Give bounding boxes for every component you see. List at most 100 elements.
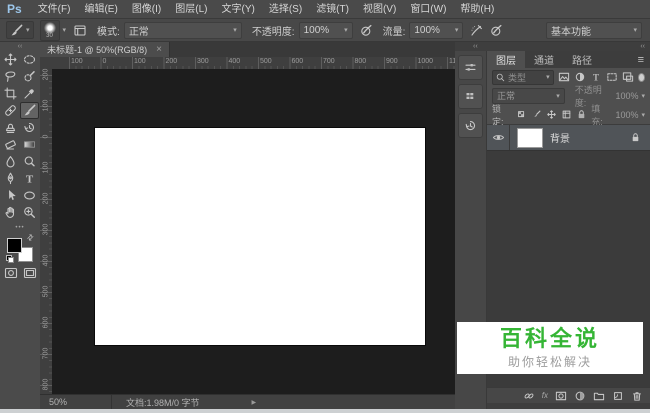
airbrush-icon[interactable]: [470, 24, 483, 37]
fill-select[interactable]: 100% ▾: [615, 110, 645, 120]
menu-item-8[interactable]: 窗口(W): [403, 4, 453, 15]
menu-item-5[interactable]: 选择(S): [262, 4, 309, 15]
menu-item-3[interactable]: 图层(L): [168, 4, 214, 15]
delete-layer-icon[interactable]: [631, 390, 643, 402]
menu-item-1[interactable]: 编辑(E): [77, 4, 124, 15]
lock-artboard-icon[interactable]: [561, 109, 572, 120]
h-ruler-label: 900: [386, 58, 398, 65]
collapse-panels-icon[interactable]: ‹‹: [473, 43, 478, 51]
new-group-icon[interactable]: [593, 390, 605, 402]
h-ruler-label: 500: [260, 58, 272, 65]
layer-filter-select[interactable]: 类型 ▾: [492, 70, 554, 85]
screen-mode-icon[interactable]: [23, 267, 37, 279]
zoom-tool[interactable]: [20, 204, 39, 221]
v-ruler-label: 200: [43, 69, 50, 81]
tools-panel: ‹‹ T ••• ⇄: [0, 42, 41, 413]
move-tool[interactable]: [1, 51, 20, 68]
pressure-opacity-icon[interactable]: [360, 24, 373, 37]
history-panel-icon[interactable]: [458, 113, 483, 138]
pasteboard[interactable]: [52, 69, 455, 395]
eyedropper-tool[interactable]: [20, 85, 39, 102]
menu-bar: Ps 文件(F)编辑(E)图像(I)图层(L)文字(Y)选择(S)滤镜(T)视图…: [0, 0, 650, 19]
h-ruler-label: 1000: [418, 58, 434, 65]
type-tool[interactable]: T: [20, 170, 39, 187]
soft-brush-preview: [44, 22, 56, 34]
filter-smart-objects-icon[interactable]: [622, 71, 634, 83]
gradient-tool[interactable]: [20, 136, 39, 153]
opacity-select[interactable]: 100% ▾: [299, 22, 353, 39]
lock-position-icon[interactable]: [546, 109, 557, 120]
lock-transparent-pixels-icon[interactable]: [516, 109, 527, 120]
layer-visibility-toggle[interactable]: [487, 125, 510, 150]
menu-items: 文件(F)编辑(E)图像(I)图层(L)文字(Y)选择(S)滤镜(T)视图(V)…: [31, 0, 502, 19]
blend-mode-value: 正常: [129, 23, 149, 38]
workspace-switcher[interactable]: 基本功能 ▾: [546, 22, 642, 39]
layer-thumbnail[interactable]: [517, 128, 543, 148]
menu-item-4[interactable]: 文字(Y): [215, 4, 262, 15]
swatches-panel-icon[interactable]: [458, 84, 483, 109]
default-colors-icon[interactable]: [6, 255, 14, 263]
lasso-tool[interactable]: [1, 68, 20, 85]
zoom-level-field[interactable]: 50%: [40, 395, 112, 409]
panel-menu-icon[interactable]: ≡: [632, 51, 650, 68]
shape-tool[interactable]: [20, 187, 39, 204]
quick-selection-tool[interactable]: [20, 68, 39, 85]
new-layer-icon[interactable]: [612, 390, 624, 402]
blend-mode-select[interactable]: 正常 ▾: [124, 22, 242, 39]
layer-row-background[interactable]: 背景: [487, 125, 650, 151]
fill-label: 填充:: [591, 102, 611, 128]
document-tab[interactable]: 未标题-1 @ 50%(RGB/8) ×: [40, 42, 170, 57]
filter-adjustment-layers-icon[interactable]: [574, 71, 586, 83]
path-selection-tool[interactable]: [1, 187, 20, 204]
edit-toolbar-dots[interactable]: •••: [0, 224, 40, 232]
history-brush-tool[interactable]: [20, 119, 39, 136]
foreground-color-swatch[interactable]: [7, 238, 22, 253]
toolbar-collapse-button[interactable]: ‹‹: [0, 42, 40, 51]
filter-type-layers-icon[interactable]: T: [590, 71, 602, 83]
color-panel-icon[interactable]: [458, 55, 483, 80]
add-mask-icon[interactable]: [555, 390, 567, 402]
collapse-panels-icon[interactable]: ‹‹: [640, 43, 645, 51]
clone-stamp-tool[interactable]: [1, 119, 20, 136]
menu-item-7[interactable]: 视图(V): [356, 4, 403, 15]
tab-layers[interactable]: 图层: [487, 51, 525, 68]
search-icon: [496, 73, 505, 82]
link-layers-icon[interactable]: [523, 390, 535, 402]
flow-select[interactable]: 100% ▾: [409, 22, 463, 39]
layer-style-icon[interactable]: fx: [542, 392, 548, 400]
close-icon[interactable]: ×: [156, 45, 162, 54]
blur-tool[interactable]: [1, 153, 20, 170]
brush-preset-picker[interactable]: 30: [40, 20, 60, 41]
eraser-tool[interactable]: [1, 136, 20, 153]
v-ruler-label: 500: [43, 286, 50, 298]
healing-brush-tool[interactable]: [1, 102, 20, 119]
menu-item-2[interactable]: 图像(I): [125, 4, 168, 15]
dodge-tool[interactable]: [20, 153, 39, 170]
quick-mask-icon[interactable]: [4, 267, 18, 279]
filter-shape-layers-icon[interactable]: [606, 71, 618, 83]
toggle-brush-panel-icon[interactable]: [73, 24, 87, 37]
switch-colors-icon[interactable]: ⇄: [25, 232, 36, 243]
tab-channels[interactable]: 通道: [525, 51, 563, 68]
h-ruler-label: 100: [71, 58, 83, 65]
lock-image-pixels-icon[interactable]: [531, 109, 542, 120]
pressure-size-icon[interactable]: [490, 24, 503, 37]
menu-item-6[interactable]: 滤镜(T): [309, 4, 356, 15]
crop-tool[interactable]: [1, 85, 20, 102]
hand-tool[interactable]: [1, 204, 20, 221]
tab-paths[interactable]: 路径: [563, 51, 601, 68]
filter-toggle-icon[interactable]: [638, 73, 645, 82]
canvas[interactable]: [95, 128, 425, 345]
layer-opacity-select[interactable]: 100% ▾: [615, 91, 645, 101]
menu-item-9[interactable]: 帮助(H): [453, 4, 501, 15]
adjustment-layer-icon[interactable]: [574, 390, 586, 402]
filter-pixel-layers-icon[interactable]: [558, 71, 570, 83]
brush-tool[interactable]: [20, 102, 39, 119]
active-tool-preset[interactable]: ▾: [6, 21, 34, 39]
menu-item-0[interactable]: 文件(F): [31, 4, 78, 15]
h-ruler-label: 0: [103, 58, 107, 65]
marquee-tool[interactable]: [20, 51, 39, 68]
status-expand-icon[interactable]: ▶: [252, 399, 257, 406]
lock-all-icon[interactable]: [576, 109, 587, 120]
pen-tool[interactable]: [1, 170, 20, 187]
